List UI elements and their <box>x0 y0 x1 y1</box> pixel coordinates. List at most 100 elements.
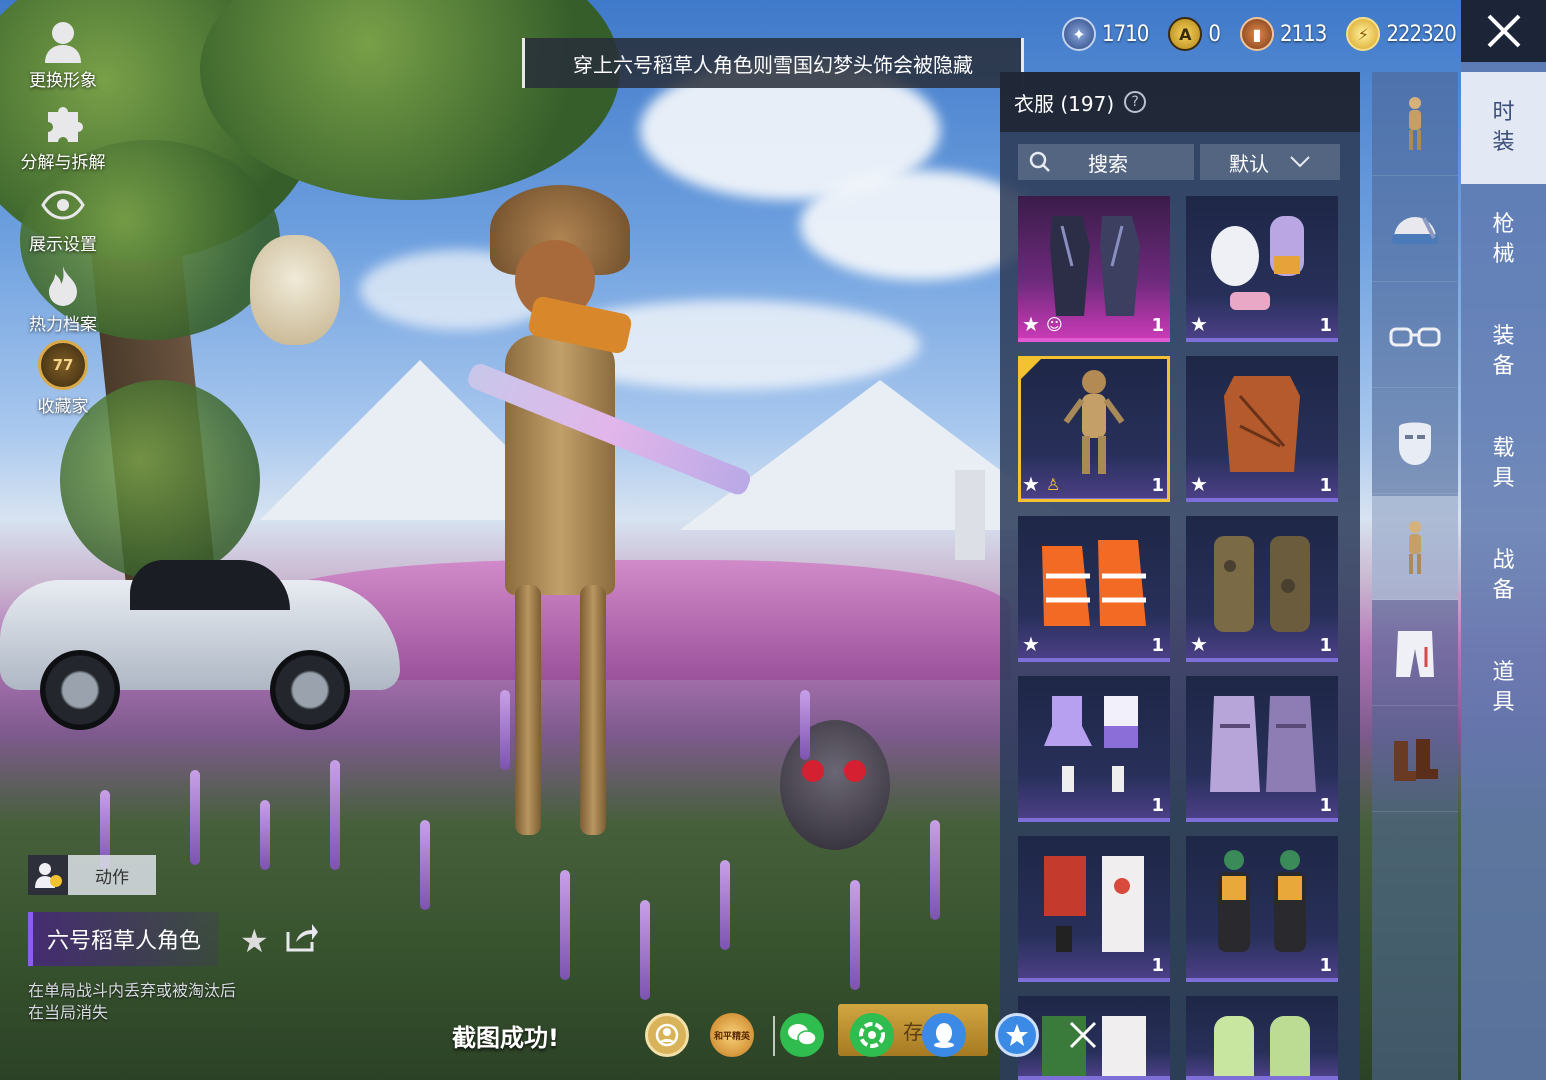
share-gallery-button[interactable] <box>645 1013 689 1057</box>
tab-label: 时装 <box>1492 100 1515 155</box>
item-tile-cyber-mask-outfit[interactable]: 1 <box>1186 836 1338 982</box>
search-icon <box>1029 151 1050 172</box>
category-shoes[interactable] <box>1372 708 1458 812</box>
action-label: 动作 <box>68 855 156 895</box>
share-qzone-button[interactable] <box>995 1013 1039 1057</box>
tab-props[interactable]: 道具 <box>1461 632 1546 744</box>
currency-energy[interactable]: ⚡ 222320 <box>1346 17 1457 51</box>
search-input[interactable]: 搜索 <box>1018 144 1194 180</box>
pet-dragon <box>250 235 340 345</box>
currency-silver[interactable]: ✦ 1710 <box>1062 17 1149 51</box>
qq-penguin-icon <box>934 1023 954 1048</box>
item-tile-scarecrow-character[interactable]: ★ ♙ 1 <box>1018 356 1170 502</box>
tab-label: 战备 <box>1492 548 1515 603</box>
item-tile-lime-puffer-suit[interactable] <box>1186 996 1338 1080</box>
avatar-silhouette-icon <box>40 18 86 64</box>
item-tile-orange-hooded-suit[interactable]: ★ 1 <box>1018 516 1170 662</box>
lightning-coin-icon: ⚡ <box>1346 17 1381 51</box>
item-qty: 1 <box>1319 475 1332 496</box>
silver-coin-icon: ✦ <box>1062 17 1096 51</box>
heat-record-button[interactable]: 热力档案 <box>8 262 118 335</box>
item-qty: 1 <box>1151 795 1164 816</box>
tab-fashion[interactable]: 时装 <box>1461 72 1546 184</box>
category-full-body[interactable] <box>1372 72 1458 176</box>
category-eyewear[interactable] <box>1372 284 1458 388</box>
menu-label: 展示设置 <box>29 235 97 255</box>
star-icon: ★ <box>1190 472 1208 496</box>
pants-icon <box>1396 630 1434 677</box>
close-button[interactable] <box>1461 0 1546 62</box>
currency-bronze[interactable]: ▮ 2113 <box>1239 17 1327 51</box>
tab-label: 装备 <box>1492 324 1515 379</box>
help-icon[interactable]: ? <box>1124 91 1147 113</box>
item-tile-camo-tactical-suit[interactable]: ★ 1 <box>1186 516 1338 662</box>
favorite-star-icon[interactable]: ★ <box>240 922 269 960</box>
item-qty: 1 <box>1319 635 1332 656</box>
collector-badge-icon: 77 <box>38 340 88 390</box>
currency-value: 222320 <box>1386 21 1457 47</box>
item-description: 在单局战斗内丢弃或被淘汰后 在当局消失 <box>28 980 236 1024</box>
pet-gray-cat <box>780 700 890 850</box>
eye-icon <box>40 182 86 228</box>
category-pants[interactable] <box>1372 602 1458 706</box>
full-body-figure-icon <box>1409 96 1421 150</box>
currency-value: 0 <box>1208 21 1221 47</box>
decompose-button[interactable]: 分解与拆解 <box>8 100 118 173</box>
category-face[interactable] <box>1372 390 1458 494</box>
qzone-star-icon <box>1006 1024 1028 1046</box>
category-headwear[interactable] <box>1372 178 1458 282</box>
boots-icon <box>1394 738 1438 781</box>
item-tile-white-bear-suit[interactable]: ★ 1 <box>1186 196 1338 342</box>
item-desc-line: 在当局消失 <box>28 1003 109 1022</box>
tab-label: 道具 <box>1492 660 1515 715</box>
tab-label: 载具 <box>1492 436 1515 491</box>
collector-button[interactable]: 77 收藏家 <box>8 340 118 417</box>
inventory-panel: 衣服 (197) ? 搜索 默认 ★ ☺ 1 ★ 1 ★ ♙ 1 ★ 1 ★ 1… <box>1000 72 1360 1080</box>
star-icon: ★ <box>1190 632 1208 656</box>
menu-label: 热力档案 <box>29 315 97 335</box>
currency-bar: ✦ 1710 A 0 ▮ 2113 ⚡ 222320 <box>1062 12 1476 56</box>
item-tile-red-floral-outfit[interactable]: 1 <box>1018 836 1170 982</box>
item-tile-purple-cheerleader-set[interactable]: 1 <box>1018 676 1170 822</box>
category-outfit[interactable] <box>1372 496 1458 600</box>
selected-item-name: 六号稻草人角色 <box>28 912 218 966</box>
action-button[interactable]: 动作 <box>28 855 156 895</box>
sort-dropdown[interactable]: 默认 <box>1200 144 1340 180</box>
share-close-icon[interactable] <box>1066 1018 1100 1052</box>
item-tile-dark-knight-outfit[interactable]: ★ ☺ 1 <box>1018 196 1170 342</box>
currency-gold[interactable]: A 0 <box>1168 17 1221 51</box>
gold-token-icon: A <box>1168 17 1203 51</box>
menu-label: 更换形象 <box>29 71 97 91</box>
main-tab-bar: 时装 枪械 装备 载具 战备 道具 <box>1461 62 1546 1080</box>
flame-icon <box>40 262 86 308</box>
item-qty: 1 <box>1151 315 1164 336</box>
item-qty: 1 <box>1319 955 1332 976</box>
tab-weapons[interactable]: 枪械 <box>1461 184 1546 296</box>
tab-equipment[interactable]: 装备 <box>1461 296 1546 408</box>
currency-value: 1710 <box>1102 21 1149 47</box>
change-avatar-button[interactable]: 更换形象 <box>8 18 118 91</box>
display-settings-button[interactable]: 展示设置 <box>8 182 118 255</box>
share-wechat-button[interactable] <box>780 1013 824 1057</box>
share-icon[interactable] <box>284 922 318 954</box>
sort-label: 默认 <box>1229 151 1269 176</box>
inventory-title: 衣服 (197) <box>1014 91 1115 116</box>
item-tile-orange-leather-vest[interactable]: ★ 1 <box>1186 356 1338 502</box>
star-icon: ★ <box>1190 312 1208 336</box>
character-badge-icon: ♙ <box>1046 475 1061 494</box>
glasses-icon <box>1389 327 1441 346</box>
currency-value: 2113 <box>1279 21 1327 47</box>
share-moments-button[interactable] <box>850 1013 894 1057</box>
star-icon: ★ <box>1022 312 1040 336</box>
emoji-badge-icon: ☺ <box>1046 315 1063 334</box>
tab-vehicles[interactable]: 载具 <box>1461 408 1546 520</box>
search-placeholder: 搜索 <box>1088 151 1128 176</box>
chevron-down-icon <box>1290 156 1310 168</box>
item-tile-violet-ghost-outfit[interactable]: 1 <box>1186 676 1338 822</box>
share-peace-elite-button[interactable]: 和平精英 <box>710 1013 754 1057</box>
share-qq-button[interactable] <box>922 1013 966 1057</box>
outfit-figure-icon <box>1409 520 1421 574</box>
item-qty: 1 <box>1319 795 1332 816</box>
tab-battle-gear[interactable]: 战备 <box>1461 520 1546 632</box>
item-qty: 1 <box>1319 315 1332 336</box>
